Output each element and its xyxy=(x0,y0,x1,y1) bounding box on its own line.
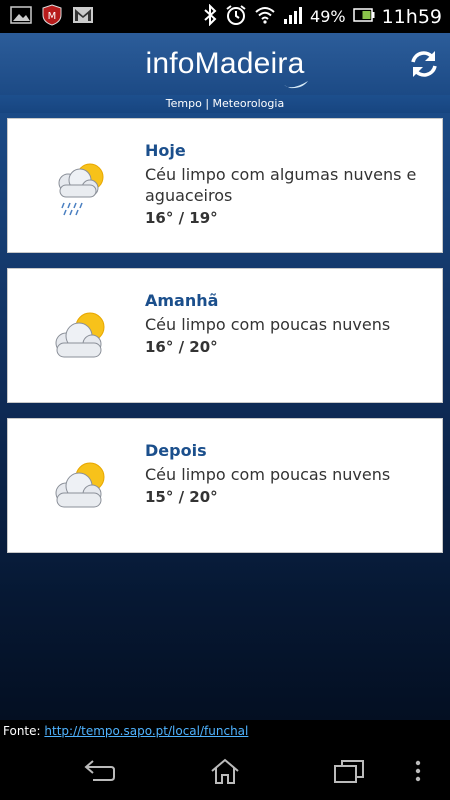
menu-button[interactable] xyxy=(408,756,428,786)
partly-cloudy-icon xyxy=(46,455,116,525)
overflow-menu-icon xyxy=(415,760,421,782)
forecast-day: Amanhã xyxy=(145,291,219,310)
forecast-description: Céu limpo com algumas nuvens e aguaceiro… xyxy=(145,165,417,205)
app-header: infoMadeira xyxy=(0,33,450,95)
forecast-card-today[interactable]: Hoje Céu limpo com algumas nuvens e agua… xyxy=(7,118,443,253)
logo-swoosh-icon xyxy=(284,81,309,89)
forecast-day: Hoje xyxy=(145,141,186,160)
battery-icon xyxy=(352,7,375,26)
forecast-description: Céu limpo com poucas nuvens xyxy=(145,315,391,334)
forecast-temperature: 16° / 19° xyxy=(145,209,218,227)
app-logo: infoMadeira xyxy=(145,47,309,89)
forecast-temperature: 15° / 20° xyxy=(145,488,218,506)
gmail-icon xyxy=(72,6,94,28)
battery-percent: 49% xyxy=(310,7,346,26)
logo-text: infoMadeira xyxy=(145,47,305,80)
refresh-button[interactable] xyxy=(406,46,442,82)
source-line: Fonte: http://tempo.sapo.pt/local/funcha… xyxy=(0,720,450,742)
wifi-icon xyxy=(254,5,276,29)
signal-icon xyxy=(283,5,303,29)
recent-apps-button[interactable] xyxy=(331,756,367,786)
back-button[interactable] xyxy=(82,756,118,786)
svg-text:M: M xyxy=(48,11,57,22)
home-icon xyxy=(211,758,239,784)
back-icon xyxy=(84,760,115,781)
bluetooth-icon xyxy=(202,3,218,30)
refresh-icon xyxy=(411,51,437,77)
alarm-icon xyxy=(225,4,247,30)
forecast-list: Hoje Céu limpo com algumas nuvens e agua… xyxy=(0,113,450,720)
mcafee-icon: M xyxy=(42,3,62,30)
forecast-temperature: 16° / 20° xyxy=(145,338,218,356)
forecast-description: Céu limpo com poucas nuvens xyxy=(145,465,391,484)
home-button[interactable] xyxy=(207,756,243,786)
partly-cloudy-icon xyxy=(46,305,116,375)
recent-apps-icon xyxy=(334,760,364,783)
forecast-day: Depois xyxy=(145,441,207,460)
partly-cloudy-rain-icon xyxy=(46,155,116,225)
navigation-bar xyxy=(0,742,450,800)
source-label: Fonte: xyxy=(3,724,41,738)
section-subtitle: Tempo | Meteorologia xyxy=(0,95,450,113)
forecast-card-tomorrow[interactable]: Amanhã Céu limpo com poucas nuvens 16° /… xyxy=(7,268,443,403)
gallery-icon xyxy=(10,5,32,28)
status-bar: M 49% 11h59 xyxy=(0,0,450,33)
source-link[interactable]: http://tempo.sapo.pt/local/funchal xyxy=(44,724,248,738)
forecast-card-after-tomorrow[interactable]: Depois Céu limpo com poucas nuvens 15° /… xyxy=(7,418,443,553)
clock: 11h59 xyxy=(381,5,442,28)
